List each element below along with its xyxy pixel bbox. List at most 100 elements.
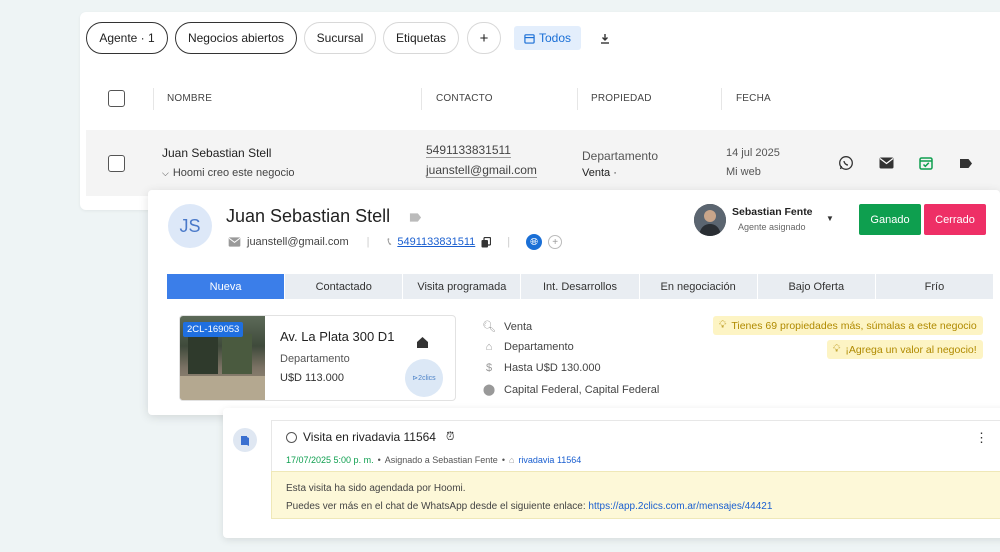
activity-note-line1: Esta visita ha sido agendada por Hoomi.: [286, 483, 466, 494]
more-properties-text: Tienes 69 propiedades más, súmalas a est…: [731, 319, 977, 332]
contact-info-row: juanstell@gmail.com | 📞︎ 5491133831511 |…: [228, 234, 563, 250]
whatsapp-chat-link[interactable]: https://app.2clics.com.ar/mensajes/44421: [588, 501, 772, 512]
search-budget: $ Hasta U$D 130.000: [482, 362, 601, 374]
tag-icon[interactable]: [957, 154, 975, 172]
open-deals-filter-chip[interactable]: Negocios abiertos: [175, 22, 297, 54]
add-filter-button[interactable]: +: [467, 22, 501, 54]
row-subtitle[interactable]: ⌵ Hoomi creo este negocio: [162, 167, 295, 179]
lightbulb-icon: 💡︎: [719, 319, 727, 331]
stage-frio[interactable]: Frío: [875, 274, 994, 299]
search-budget-text: Hasta U$D 130.000: [504, 362, 601, 374]
contact-email[interactable]: juanstell@gmail.com: [247, 236, 349, 248]
activity-title[interactable]: Visita en rivadavia 11564 ⏰︎: [286, 430, 455, 444]
chevron-down-icon[interactable]: ▼: [826, 214, 834, 223]
agency-logo-text: 2clics: [418, 374, 436, 382]
row-operation[interactable]: Venta ·: [582, 167, 617, 179]
activity-datetime: 17/07/2025 5:00 p. m.: [286, 455, 374, 465]
row-phone-link[interactable]: 5491133831511: [426, 143, 511, 158]
activity-place-link[interactable]: rivadavia 11564: [518, 455, 581, 465]
stage-nueva[interactable]: Nueva: [167, 274, 286, 299]
agent-name[interactable]: Sebastian Fente: [732, 206, 813, 218]
row-checkbox[interactable]: [108, 155, 125, 172]
activity-assigned: Asignado a Sebastian Fente: [384, 455, 498, 465]
header-fecha[interactable]: FECHA: [736, 93, 771, 104]
divider: |: [507, 236, 511, 248]
header-contacto[interactable]: CONTACTO: [436, 93, 493, 104]
add-value-text: ¡Agrega un valor al negocio!: [845, 343, 977, 356]
stage-int-desarrollos[interactable]: Int. Desarrollos: [521, 274, 640, 299]
property-price: U$D 113.000: [280, 372, 345, 384]
dollar-icon: $: [485, 362, 493, 374]
row-property-type: Departamento: [582, 149, 659, 163]
whatsapp-icon[interactable]: [837, 154, 855, 172]
phone-icon: 📞︎: [387, 235, 392, 248]
divider: |: [366, 236, 370, 248]
home-icon: [417, 337, 428, 348]
header-divider: [577, 88, 578, 110]
tags-filter-chip[interactable]: Etiquetas: [383, 22, 459, 54]
row-contact-name[interactable]: Juan Sebastian Stell: [162, 146, 271, 160]
row-source: Mi web: [726, 166, 761, 178]
download-button[interactable]: [594, 22, 616, 54]
tag-icon[interactable]: [409, 212, 422, 223]
pipeline-stages: Nueva Contactado Visita programada Int. …: [167, 274, 994, 299]
location-pin-icon: ⬤: [482, 384, 496, 396]
add-value-hint[interactable]: 💡︎ ¡Agrega un valor al negocio!: [827, 340, 983, 359]
row-email-link[interactable]: juanstell@gmail.com: [426, 163, 537, 178]
header-divider: [721, 88, 722, 110]
lightbulb-icon: 💡︎: [833, 343, 841, 355]
select-all-checkbox[interactable]: [108, 90, 125, 107]
header-propiedad[interactable]: PROPIEDAD: [591, 93, 652, 104]
copy-icon[interactable]: [481, 236, 492, 248]
dot-separator: •: [377, 455, 381, 465]
header-divider: [421, 88, 422, 110]
agent-avatar: [694, 204, 726, 236]
table-row[interactable]: [86, 130, 1000, 196]
property-card[interactable]: 2CL-169053 Av. La Plata 300 D1 Departame…: [179, 315, 456, 401]
search-location-text: Capital Federal, Capital Federal: [504, 383, 660, 396]
alarm-clock-icon: ⏰︎: [445, 430, 455, 443]
stage-visita-programada[interactable]: Visita programada: [403, 274, 522, 299]
row-subtitle-text: Hoomi creo este negocio: [172, 167, 295, 179]
activity-title-text: Visita en rivadavia 11564: [303, 430, 436, 444]
calendar-check-icon[interactable]: [917, 154, 935, 172]
download-icon: [601, 33, 609, 44]
stage-en-negociacion[interactable]: En negociación: [639, 274, 758, 299]
mail-icon: [228, 237, 241, 247]
activity-meta: 17/07/2025 5:00 p. m. • Asignado a Sebas…: [286, 455, 581, 465]
home-icon: ⌂: [508, 455, 515, 465]
search-operation-text: Venta: [504, 320, 533, 333]
more-properties-hint[interactable]: 💡︎ Tienes 69 propiedades más, súmalas a e…: [713, 316, 983, 335]
add-channel-icon[interactable]: +: [548, 235, 563, 249]
more-options-icon[interactable]: ⋮: [975, 430, 988, 446]
row-date: 14 jul 2025: [726, 147, 780, 159]
deal-detail-card: JS Juan Sebastian Stell juanstell@gmail.…: [148, 190, 1000, 415]
tags-label: Etiquetas: [395, 31, 447, 45]
contact-name-title: Juan Sebastian Stell: [226, 206, 422, 227]
stage-bajo-oferta[interactable]: Bajo Oferta: [757, 274, 876, 299]
agent-role: Agente asignado: [738, 222, 806, 232]
email-icon[interactable]: [877, 154, 895, 172]
circle-status-icon[interactable]: [286, 431, 297, 443]
won-button[interactable]: Ganado: [859, 204, 921, 235]
open-deals-label: Negocios abiertos: [187, 31, 285, 45]
deals-list-card: Agente · 1 Negocios abiertos Sucursal Et…: [80, 12, 1000, 210]
contact-name-text: Juan Sebastian Stell: [226, 206, 391, 226]
globe-icon[interactable]: 🌐︎: [526, 234, 543, 250]
agent-filter-chip[interactable]: Agente · 1: [86, 22, 168, 54]
search-location: ⬤ Capital Federal, Capital Federal: [482, 383, 660, 397]
header-nombre[interactable]: NOMBRE: [167, 93, 212, 104]
search-icon: 🔍︎: [482, 321, 496, 333]
property-title: Av. La Plata 300 D1: [280, 329, 395, 344]
property-code-badge: 2CL-169053: [183, 322, 244, 337]
home-icon: ⌂: [485, 341, 493, 353]
contact-phone-link[interactable]: 5491133831511: [397, 236, 475, 248]
branch-filter-chip[interactable]: Sucursal: [304, 22, 376, 54]
activity-note-prefix: Puedes ver más en el chat de WhatsApp de…: [286, 501, 589, 512]
door-icon: [233, 428, 257, 452]
todos-filter-button[interactable]: Todos: [514, 26, 581, 50]
stage-contactado[interactable]: Contactado: [285, 274, 404, 299]
add-label: +: [479, 29, 489, 47]
won-label: Ganado: [870, 213, 910, 226]
closed-button[interactable]: Cerrado: [924, 204, 986, 235]
